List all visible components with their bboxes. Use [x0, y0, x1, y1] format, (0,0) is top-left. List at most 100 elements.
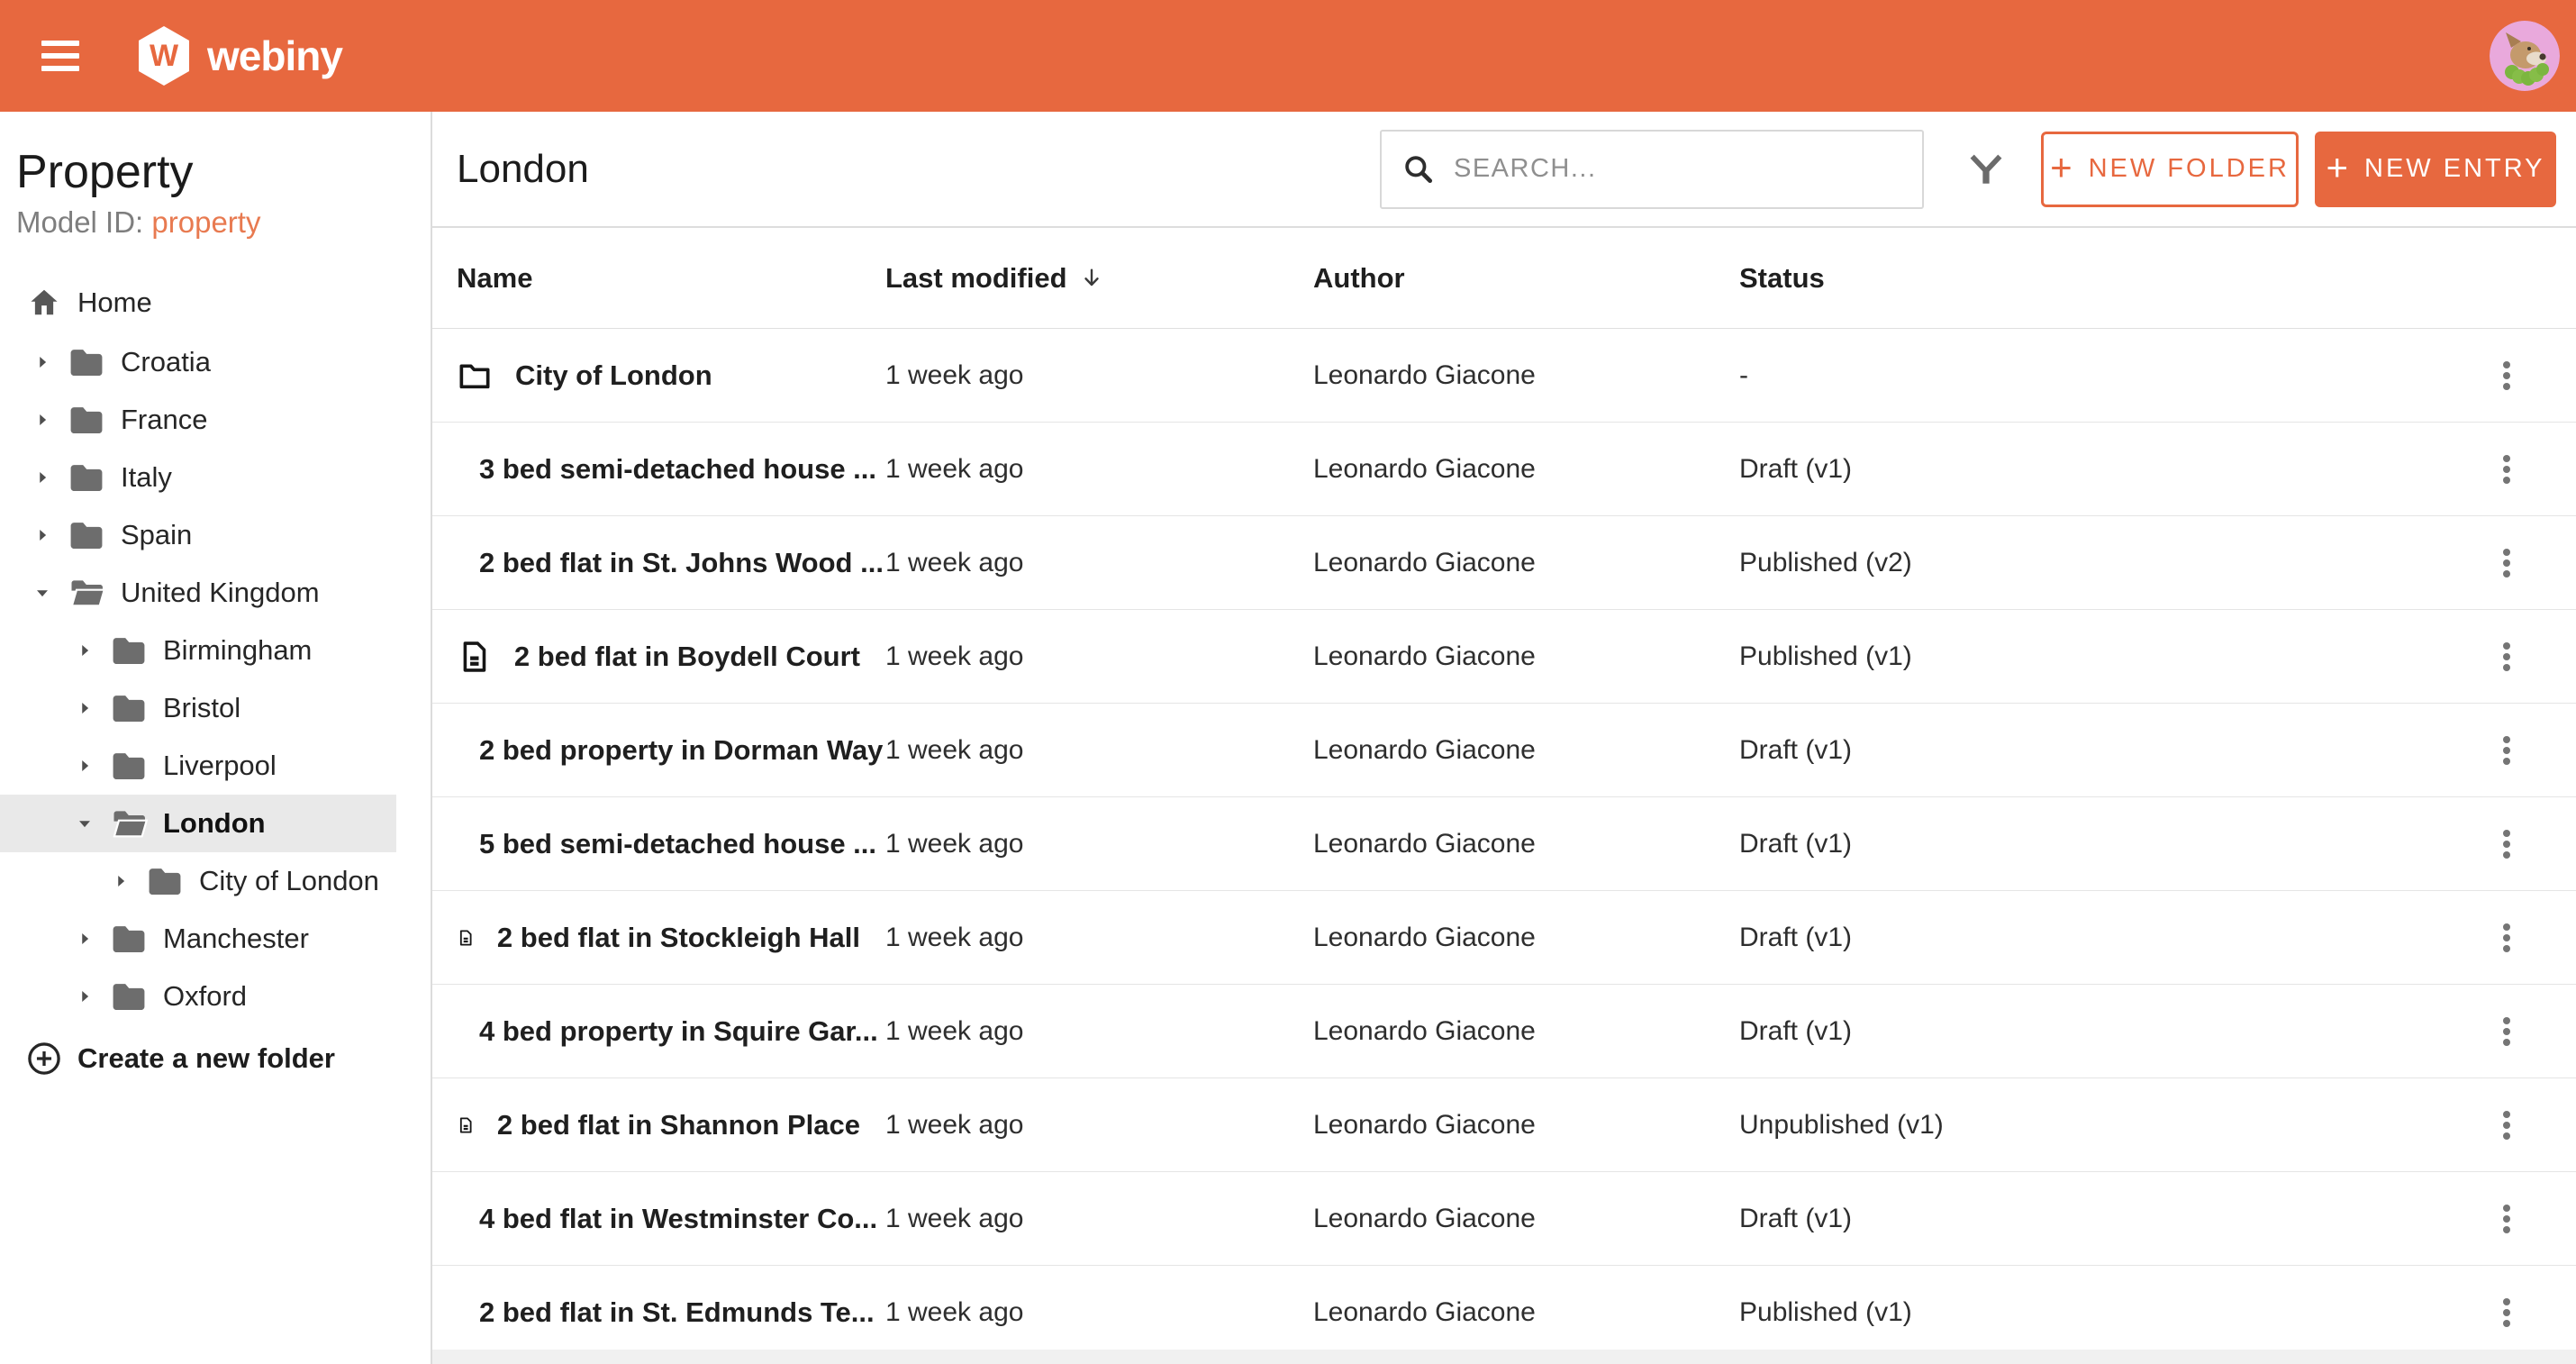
column-header-author[interactable]: Author	[1313, 262, 1739, 295]
entry-author: Leonardo Giacone	[1313, 1296, 1536, 1327]
entry-name[interactable]: 2 bed property in Dorman Way	[479, 734, 883, 767]
table-row[interactable]: 2 bed flat in St. Johns Wood ... 1 week …	[432, 516, 2576, 610]
kebab-menu-icon[interactable]	[2489, 1107, 2525, 1143]
chevron-right-icon[interactable]	[32, 525, 58, 545]
avatar[interactable]	[2490, 21, 2560, 91]
svg-text:W: W	[150, 39, 179, 73]
folder-icon	[109, 688, 149, 728]
chevron-down-icon[interactable]	[75, 814, 100, 833]
entry-modified: 1 week ago	[885, 1109, 1024, 1140]
tree-item-birmingham[interactable]: Birmingham	[0, 622, 396, 679]
tree-item-city-of-london[interactable]: City of London	[0, 852, 396, 910]
kebab-menu-icon[interactable]	[2489, 1201, 2525, 1237]
column-header-status[interactable]: Status	[1739, 262, 2457, 295]
create-folder-button[interactable]: Create a new folder	[0, 1040, 431, 1078]
kebab-menu-icon[interactable]	[2489, 1295, 2525, 1331]
entry-status: Draft (v1)	[1739, 1015, 1853, 1046]
entry-name[interactable]: 4 bed flat in Westminster Co...	[479, 1203, 877, 1235]
circle-plus-icon	[28, 1042, 60, 1075]
kebab-menu-icon[interactable]	[2489, 732, 2525, 768]
table-row[interactable]: 2 bed flat in Boydell Court 1 week ago L…	[432, 610, 2576, 704]
entry-name[interactable]: 2 bed flat in Boydell Court	[514, 641, 860, 673]
entry-name[interactable]: 5 bed semi-detached house ...	[479, 828, 876, 860]
table-row[interactable]: 2 bed flat in Stockleigh Hall 1 week ago…	[432, 891, 2576, 985]
chevron-right-icon[interactable]	[75, 641, 100, 660]
entry-author: Leonardo Giacone	[1313, 1015, 1536, 1046]
sort-descending-icon	[1084, 268, 1099, 286]
home-label: Home	[77, 286, 152, 319]
chevron-right-icon[interactable]	[75, 929, 100, 949]
entry-name[interactable]: 4 bed property in Squire Gar...	[479, 1015, 878, 1048]
kebab-menu-icon[interactable]	[2489, 545, 2525, 581]
menu-icon[interactable]	[41, 41, 79, 71]
new-entry-button[interactable]: + NEW ENTRY	[2315, 131, 2556, 207]
table-row[interactable]: 2 bed flat in Shannon Place 1 week ago L…	[432, 1078, 2576, 1172]
folder-icon	[109, 631, 149, 670]
create-folder-label: Create a new folder	[77, 1042, 335, 1075]
chevron-right-icon[interactable]	[75, 698, 100, 718]
model-id-line: Model ID: property	[0, 205, 431, 240]
kebab-menu-icon[interactable]	[2489, 826, 2525, 862]
folder-open-icon	[109, 804, 149, 843]
kebab-menu-icon[interactable]	[2489, 451, 2525, 487]
table-row[interactable]: 2 bed flat in St. Edmunds Te... 1 week a…	[432, 1266, 2576, 1359]
column-header-name[interactable]: Name	[457, 262, 885, 295]
new-entry-label: NEW ENTRY	[2364, 154, 2545, 183]
kebab-menu-icon[interactable]	[2489, 920, 2525, 956]
table-row[interactable]: 4 bed flat in Westminster Co... 1 week a…	[432, 1172, 2576, 1266]
entry-name[interactable]: 2 bed flat in St. Edmunds Te...	[479, 1296, 875, 1329]
model-id-link[interactable]: property	[151, 205, 260, 239]
tree-item-bristol[interactable]: Bristol	[0, 679, 396, 737]
table-row[interactable]: 5 bed semi-detached house ... 1 week ago…	[432, 797, 2576, 891]
tree-item-label: Croatia	[121, 346, 211, 378]
entry-name[interactable]: 2 bed flat in St. Johns Wood ...	[479, 547, 884, 579]
table-row[interactable]: City of London 1 week ago Leonardo Giaco…	[432, 329, 2576, 423]
document-icon	[459, 929, 472, 946]
tree-item-london[interactable]: London	[0, 795, 396, 853]
entry-name[interactable]: 2 bed flat in Shannon Place	[497, 1109, 860, 1141]
entry-status: Published (v1)	[1739, 1296, 1912, 1327]
new-folder-button[interactable]: + NEW FOLDER	[2041, 131, 2299, 207]
folder-icon	[145, 861, 185, 901]
tree-item-liverpool[interactable]: Liverpool	[0, 737, 396, 795]
tree-item-spain[interactable]: Spain	[0, 506, 396, 564]
tree-item-united-kingdom[interactable]: United Kingdom	[0, 564, 396, 622]
search-box[interactable]	[1380, 129, 1924, 209]
kebab-menu-icon[interactable]	[2489, 1014, 2525, 1050]
tree-item-oxford[interactable]: Oxford	[0, 968, 396, 1025]
search-input[interactable]	[1452, 153, 1911, 185]
entry-name[interactable]: City of London	[515, 359, 712, 392]
entry-author: Leonardo Giacone	[1313, 1109, 1536, 1140]
entry-status: Draft (v1)	[1739, 453, 1853, 484]
avatar-dog-image	[2490, 21, 2560, 91]
chevron-right-icon[interactable]	[32, 468, 58, 487]
entry-status: Published (v2)	[1739, 547, 1912, 577]
chevron-down-icon[interactable]	[32, 583, 58, 603]
tree-item-label: London	[163, 807, 266, 840]
plus-icon: +	[2050, 145, 2073, 188]
column-header-last-modified[interactable]: Last modified	[885, 262, 1313, 295]
tree-item-italy[interactable]: Italy	[0, 449, 396, 506]
entry-author: Leonardo Giacone	[1313, 453, 1536, 484]
folder-icon	[459, 364, 490, 388]
chevron-right-icon[interactable]	[32, 352, 58, 372]
entry-name[interactable]: 3 bed semi-detached house ...	[479, 453, 876, 486]
entry-name[interactable]: 2 bed flat in Stockleigh Hall	[497, 922, 860, 954]
entry-author: Leonardo Giacone	[1313, 922, 1536, 952]
tree-item-croatia[interactable]: Croatia	[0, 333, 396, 391]
tree-item-manchester[interactable]: Manchester	[0, 910, 396, 968]
chevron-right-icon[interactable]	[32, 410, 58, 430]
table-row[interactable]: 3 bed semi-detached house ... 1 week ago…	[432, 423, 2576, 516]
sidebar-item-home[interactable]: Home	[0, 274, 431, 332]
table-row[interactable]: 2 bed property in Dorman Way 1 week ago …	[432, 704, 2576, 797]
entry-modified: 1 week ago	[885, 359, 1024, 390]
kebab-menu-icon[interactable]	[2489, 358, 2525, 394]
chevron-right-icon[interactable]	[111, 871, 136, 891]
table-row[interactable]: 4 bed property in Squire Gar... 1 week a…	[432, 985, 2576, 1078]
tree-item-france[interactable]: France	[0, 391, 396, 449]
filter-icon[interactable]	[1965, 149, 2007, 190]
plus-icon: +	[2326, 145, 2349, 188]
chevron-right-icon[interactable]	[75, 987, 100, 1006]
kebab-menu-icon[interactable]	[2489, 639, 2525, 675]
chevron-right-icon[interactable]	[75, 756, 100, 776]
